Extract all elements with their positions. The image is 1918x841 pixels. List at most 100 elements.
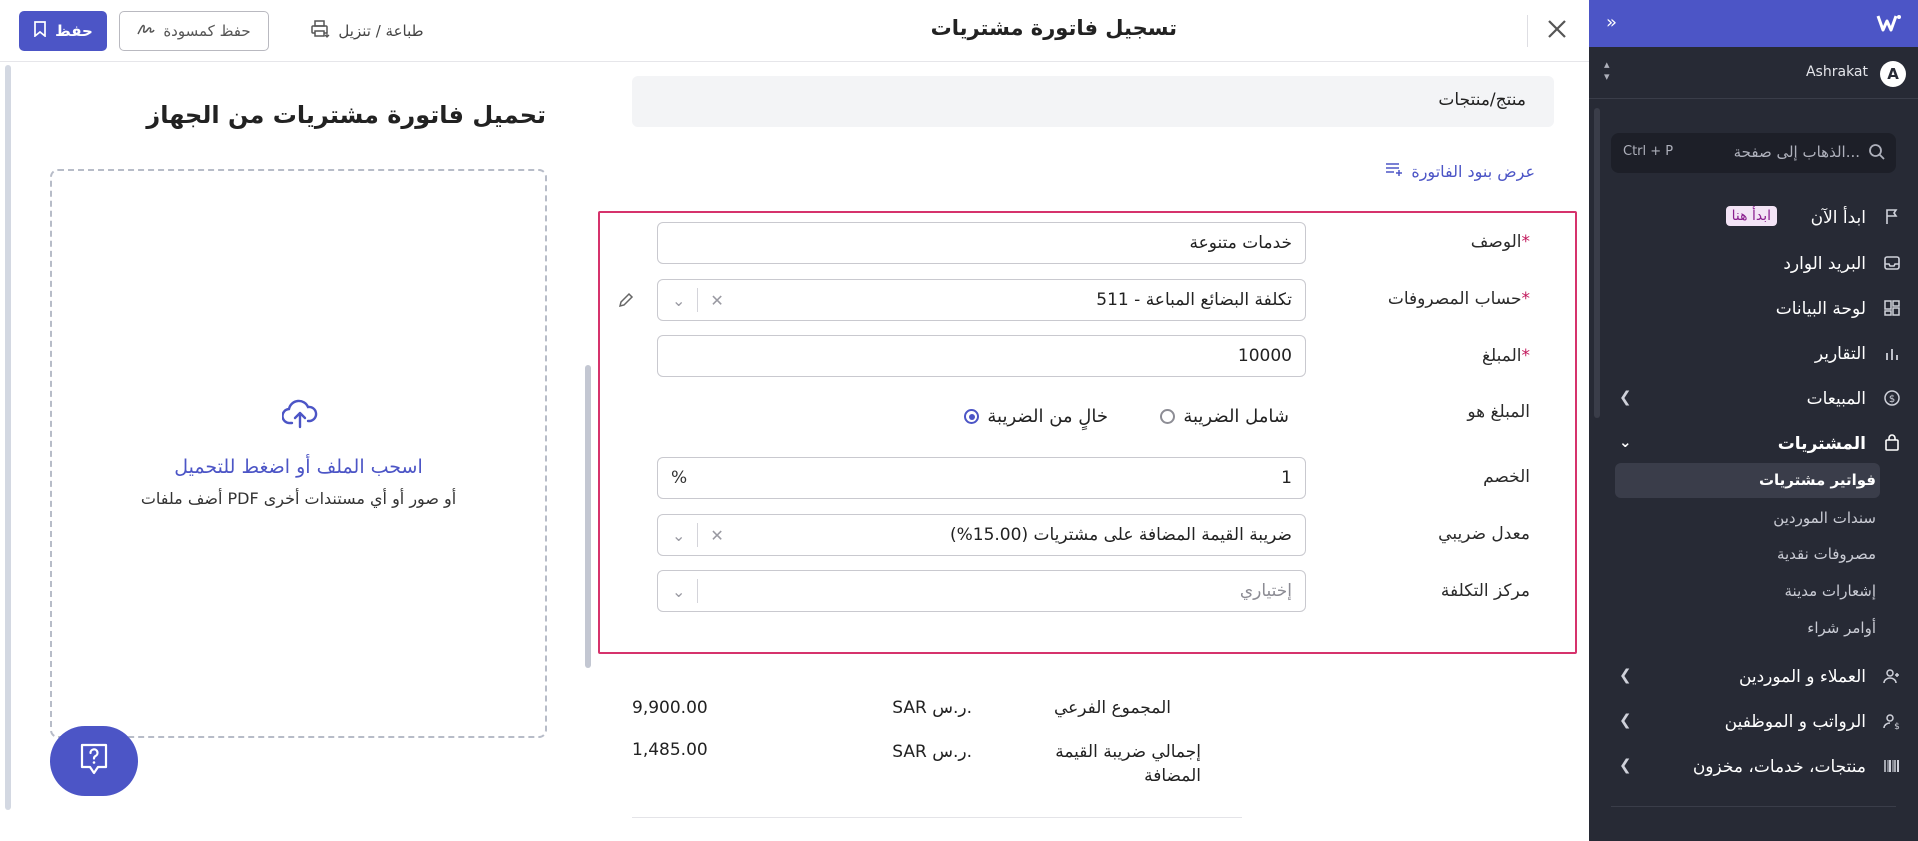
user-switcher[interactable]: A Ashrakat ▴ ▾: [1589, 47, 1918, 99]
barcode-icon: [1883, 757, 1903, 777]
printer-icon: [310, 20, 330, 42]
chevron-down-icon[interactable]: ⌄: [672, 582, 685, 601]
cost-center-select[interactable]: إختياري ⌄: [657, 570, 1306, 612]
app-logo: [1876, 12, 1902, 34]
amount-label: المبلغ*: [1481, 346, 1530, 366]
tax-inclusive-radio-dot: [1160, 409, 1176, 424]
vat-total-value: 1,485.00: [632, 740, 708, 760]
sidebar-item-inventory[interactable]: منتجات، خدمات، مخزون ❮: [1589, 747, 1918, 787]
sidebar-item-inbox[interactable]: البريد الوارد: [1589, 244, 1918, 284]
page-title: تسجيل فاتورة مشتريات: [930, 16, 1177, 40]
chevron-down-icon[interactable]: ⌄: [672, 291, 685, 310]
sidebar: » A Ashrakat ▴ ▾ الذهاب إلى صفحة... Ctrl …: [1589, 0, 1918, 841]
sidebar-item-payroll[interactable]: $ الرواتب و الموظفين ❮: [1589, 702, 1918, 742]
amount-is-label: المبلغ هو: [1467, 402, 1530, 422]
summary-divider: [632, 817, 1242, 818]
subtotal-currency: SAR ر.س.: [892, 698, 972, 718]
clear-icon[interactable]: ✕: [710, 291, 723, 310]
main-scrollbar[interactable]: [585, 365, 591, 668]
start-here-badge: ابدأ هنا: [1725, 206, 1777, 226]
show-items-label: عرض بنود الفاتورة: [1411, 161, 1535, 181]
control-separator: [697, 579, 699, 603]
sidebar-subitem-cash-expenses[interactable]: مصروفات نقدية: [1777, 545, 1876, 563]
sidebar-subitem-purchase-orders[interactable]: أوامر شراء: [1807, 619, 1876, 637]
employee-money-icon: $: [1883, 712, 1903, 732]
chevron-left-icon: ❮: [1619, 711, 1632, 729]
discount-label: الخصم: [1483, 467, 1530, 487]
expense-account-select[interactable]: 511 - تكلفة البضائع المباعة ⌄ ✕: [657, 279, 1306, 321]
chevron-down-icon[interactable]: ⌄: [672, 526, 685, 545]
upload-dropzone[interactable]: اسحب الملف أو اضغط للتحميل أضف ملفات PDF…: [50, 169, 547, 738]
tax-inclusive-radio[interactable]: شامل الضريبة: [1160, 406, 1289, 427]
save-label: حفظ: [55, 22, 93, 40]
expense-account-label: حساب المصروفات*: [1387, 289, 1530, 309]
description-label: الوصف*: [1470, 232, 1530, 252]
help-question-icon: [79, 742, 109, 780]
chevron-left-icon: ❮: [1619, 756, 1632, 774]
discount-unit: %: [671, 468, 688, 488]
discount-input[interactable]: 1 %: [657, 457, 1306, 499]
user-name: Ashrakat: [1805, 64, 1868, 80]
tax-rate-select[interactable]: ضريبة القيمة المضافة على مشتريات (15.00%…: [657, 514, 1306, 556]
description-value: خدمات متنوعة: [1189, 233, 1292, 253]
sidebar-item-label: المشتريات: [1777, 434, 1866, 454]
left-panel-scrollbar[interactable]: [5, 65, 11, 810]
inbox-icon: [1883, 254, 1903, 274]
sidebar-item-label: ابدأ الآن: [1810, 208, 1866, 228]
amount-input[interactable]: 10000: [657, 335, 1306, 377]
section-header-label: منتج/منتجات: [1438, 90, 1526, 110]
bookmark-icon: [33, 21, 47, 41]
product-section-header: منتج/منتجات: [632, 76, 1554, 127]
tax-exclusive-label: خالٍ من الضريبة: [987, 406, 1108, 427]
tax-exclusive-radio[interactable]: خالٍ من الضريبة: [964, 406, 1108, 427]
header-divider: [1527, 15, 1528, 47]
close-icon[interactable]: [1545, 17, 1569, 45]
sidebar-item-label: البريد الوارد: [1783, 254, 1866, 274]
sidebar-search-input[interactable]: الذهاب إلى صفحة... Ctrl + P: [1611, 133, 1896, 173]
sidebar-item-start[interactable]: ابدأ الآن ابدأ هنا: [1589, 198, 1918, 238]
upload-hint: أضف ملفات PDF أو صور أو أي مستندات أخرى: [140, 489, 457, 508]
description-input[interactable]: خدمات متنوعة: [657, 222, 1306, 264]
sidebar-item-reports[interactable]: التقارير: [1589, 334, 1918, 374]
dashboard-icon: [1883, 299, 1903, 319]
save-draft-button[interactable]: حفظ كمسودة: [119, 11, 269, 51]
sidebar-subitem-vendor-payments[interactable]: سندات الموردين: [1773, 509, 1876, 527]
sidebar-item-contacts[interactable]: العملاء و الموردين ❮: [1589, 657, 1918, 697]
sidebar-item-label: العملاء و الموردين: [1738, 667, 1866, 687]
sidebar-item-purchases[interactable]: المشتريات ⌄: [1589, 424, 1918, 464]
subtotal-value: 9,900.00: [632, 698, 708, 718]
sidebar-item-dashboard[interactable]: لوحة البيانات: [1589, 289, 1918, 329]
control-separator: [697, 523, 699, 547]
chevron-down-icon: ⌄: [1619, 433, 1632, 451]
sidebar-scrollbar[interactable]: [1594, 108, 1600, 418]
subtotal-label: المجموع الفرعي: [1053, 698, 1171, 718]
cost-center-label: مركز التكلفة: [1440, 581, 1530, 601]
sidebar-item-sales[interactable]: $ المبيعات ❮: [1589, 379, 1918, 419]
print-download-button[interactable]: طباعة / تنزيل: [297, 11, 437, 51]
expense-account-value: 511 - تكلفة البضائع المباعة: [1096, 290, 1292, 310]
print-label: طباعة / تنزيل: [338, 22, 424, 40]
users-icon: [1883, 667, 1903, 687]
cloud-upload-icon: [281, 399, 318, 433]
search-shortcut: Ctrl + P: [1623, 144, 1674, 159]
flag-icon: [1883, 208, 1903, 228]
sidebar-item-label: منتجات، خدمات، مخزون: [1692, 757, 1866, 777]
collapse-sidebar-icon[interactable]: »: [1606, 12, 1617, 33]
clear-icon[interactable]: ✕: [710, 526, 723, 545]
save-button[interactable]: حفظ: [19, 11, 107, 51]
chevron-left-icon: ❮: [1619, 666, 1632, 684]
avatar: A: [1880, 61, 1906, 87]
pencil-icon[interactable]: [617, 291, 635, 313]
sidebar-subitem-debit-notes[interactable]: إشعارات مدينة: [1785, 582, 1877, 600]
sidebar-divider: [1611, 806, 1896, 807]
sidebar-item-label: المبيعات: [1806, 389, 1866, 409]
page-header: تسجيل فاتورة مشتريات حفظ حفظ كمسودة طباع…: [0, 0, 1589, 62]
sidebar-subitem-purchase-invoices[interactable]: فواتير مشتريات: [1759, 471, 1876, 489]
help-button[interactable]: [50, 726, 138, 796]
show-invoice-items-link[interactable]: عرض بنود الفاتورة: [1385, 161, 1535, 181]
chevron-left-icon: ❮: [1619, 388, 1632, 406]
cost-center-placeholder: إختياري: [1239, 581, 1292, 601]
search-placeholder: الذهاب إلى صفحة...: [1733, 143, 1860, 161]
upload-title: تحميل فاتورة مشتريات من الجهاز: [146, 101, 546, 129]
svg-text:$: $: [1889, 394, 1895, 405]
